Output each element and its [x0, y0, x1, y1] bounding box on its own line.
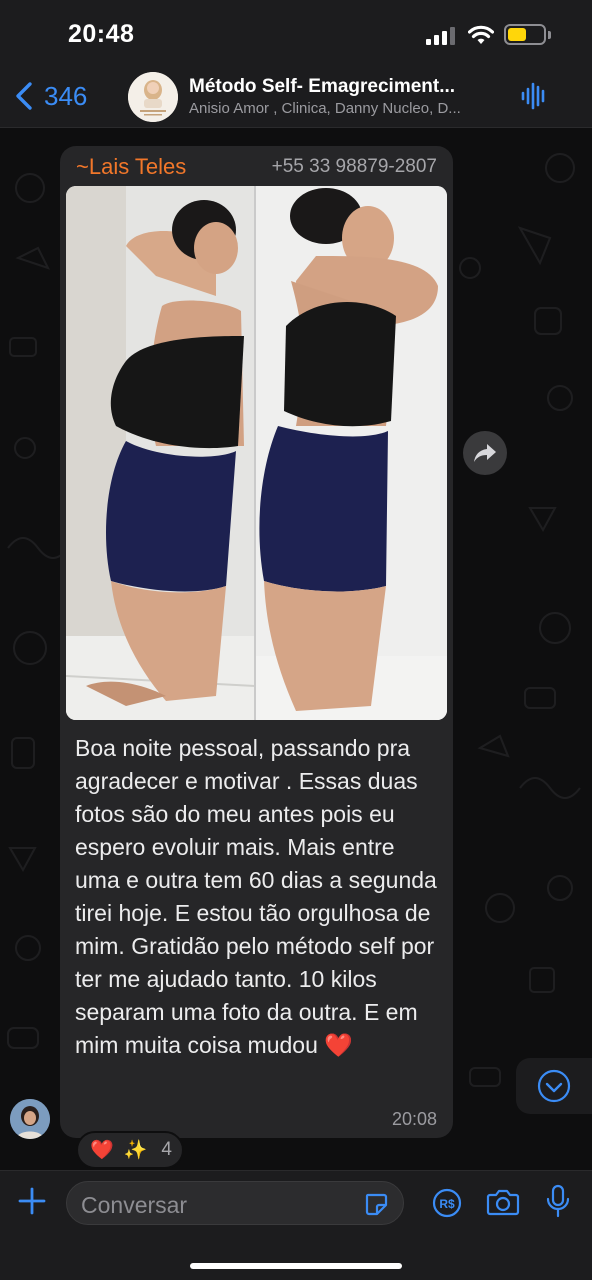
wifi-icon — [468, 25, 494, 44]
status-bar: 20:48 — [0, 0, 592, 70]
reaction-sparkles: ✨ — [123, 1140, 148, 1161]
group-participants[interactable]: Anisio Amor , Clinica, Danny Nucleo, D..… — [189, 100, 509, 117]
input-bar: Conversar R$ — [0, 1170, 592, 1280]
battery-tip — [548, 31, 551, 39]
plus-icon[interactable] — [16, 1185, 48, 1217]
payment-icon[interactable]: R$ — [431, 1187, 463, 1219]
forward-button[interactable] — [463, 431, 507, 475]
share-arrow-icon — [474, 444, 496, 462]
battery-icon — [504, 24, 546, 45]
back-button[interactable]: 346 — [14, 76, 87, 116]
message-text: Boa noite pessoal, passando pra agradece… — [75, 732, 445, 1062]
message-bubble[interactable]: ~Lais Teles +55 33 98879-2807 Boa noite … — [60, 146, 453, 1138]
input-placeholder: Conversar — [81, 1192, 188, 1218]
chat-header: 346 Método Self- Emagreciment... Anisio … — [0, 70, 592, 128]
sender-phone: +55 33 98879-2807 — [271, 156, 437, 177]
sticker-icon[interactable] — [363, 1191, 389, 1217]
group-avatar[interactable] — [128, 72, 178, 122]
message-photo[interactable] — [66, 186, 447, 720]
group-title[interactable]: Método Self- Emagreciment... — [189, 76, 509, 98]
sender-name[interactable]: ~Lais Teles — [76, 154, 186, 180]
status-time: 20:48 — [68, 20, 135, 48]
camera-icon[interactable] — [486, 1187, 520, 1217]
audio-call-icon[interactable] — [520, 82, 548, 110]
cellular-signal-icon — [426, 27, 456, 45]
home-indicator — [190, 1263, 402, 1269]
message-time: 20:08 — [391, 1109, 437, 1129]
reaction-heart: ❤️ — [90, 1140, 114, 1161]
reaction-count: 4 — [161, 1139, 172, 1160]
message-body: Boa noite pessoal, passando pra agradece… — [75, 735, 437, 1058]
sender-avatar[interactable] — [10, 1099, 50, 1139]
unread-count: 346 — [44, 80, 88, 111]
scroll-to-bottom-button[interactable] — [516, 1058, 592, 1114]
heart-emoji: ❤️ — [324, 1032, 353, 1058]
chevron-down-circle-icon — [537, 1069, 571, 1103]
chevron-left-icon — [16, 82, 32, 110]
before-after-photo — [66, 186, 447, 720]
svg-text:R$: R$ — [439, 1197, 455, 1211]
microphone-icon[interactable] — [545, 1183, 571, 1219]
chat-area: ~Lais Teles +55 33 98879-2807 Boa noite … — [0, 128, 592, 1170]
message-input[interactable]: Conversar — [66, 1181, 404, 1225]
reactions-pill[interactable]: ❤️ ✨ 4 — [76, 1131, 184, 1169]
